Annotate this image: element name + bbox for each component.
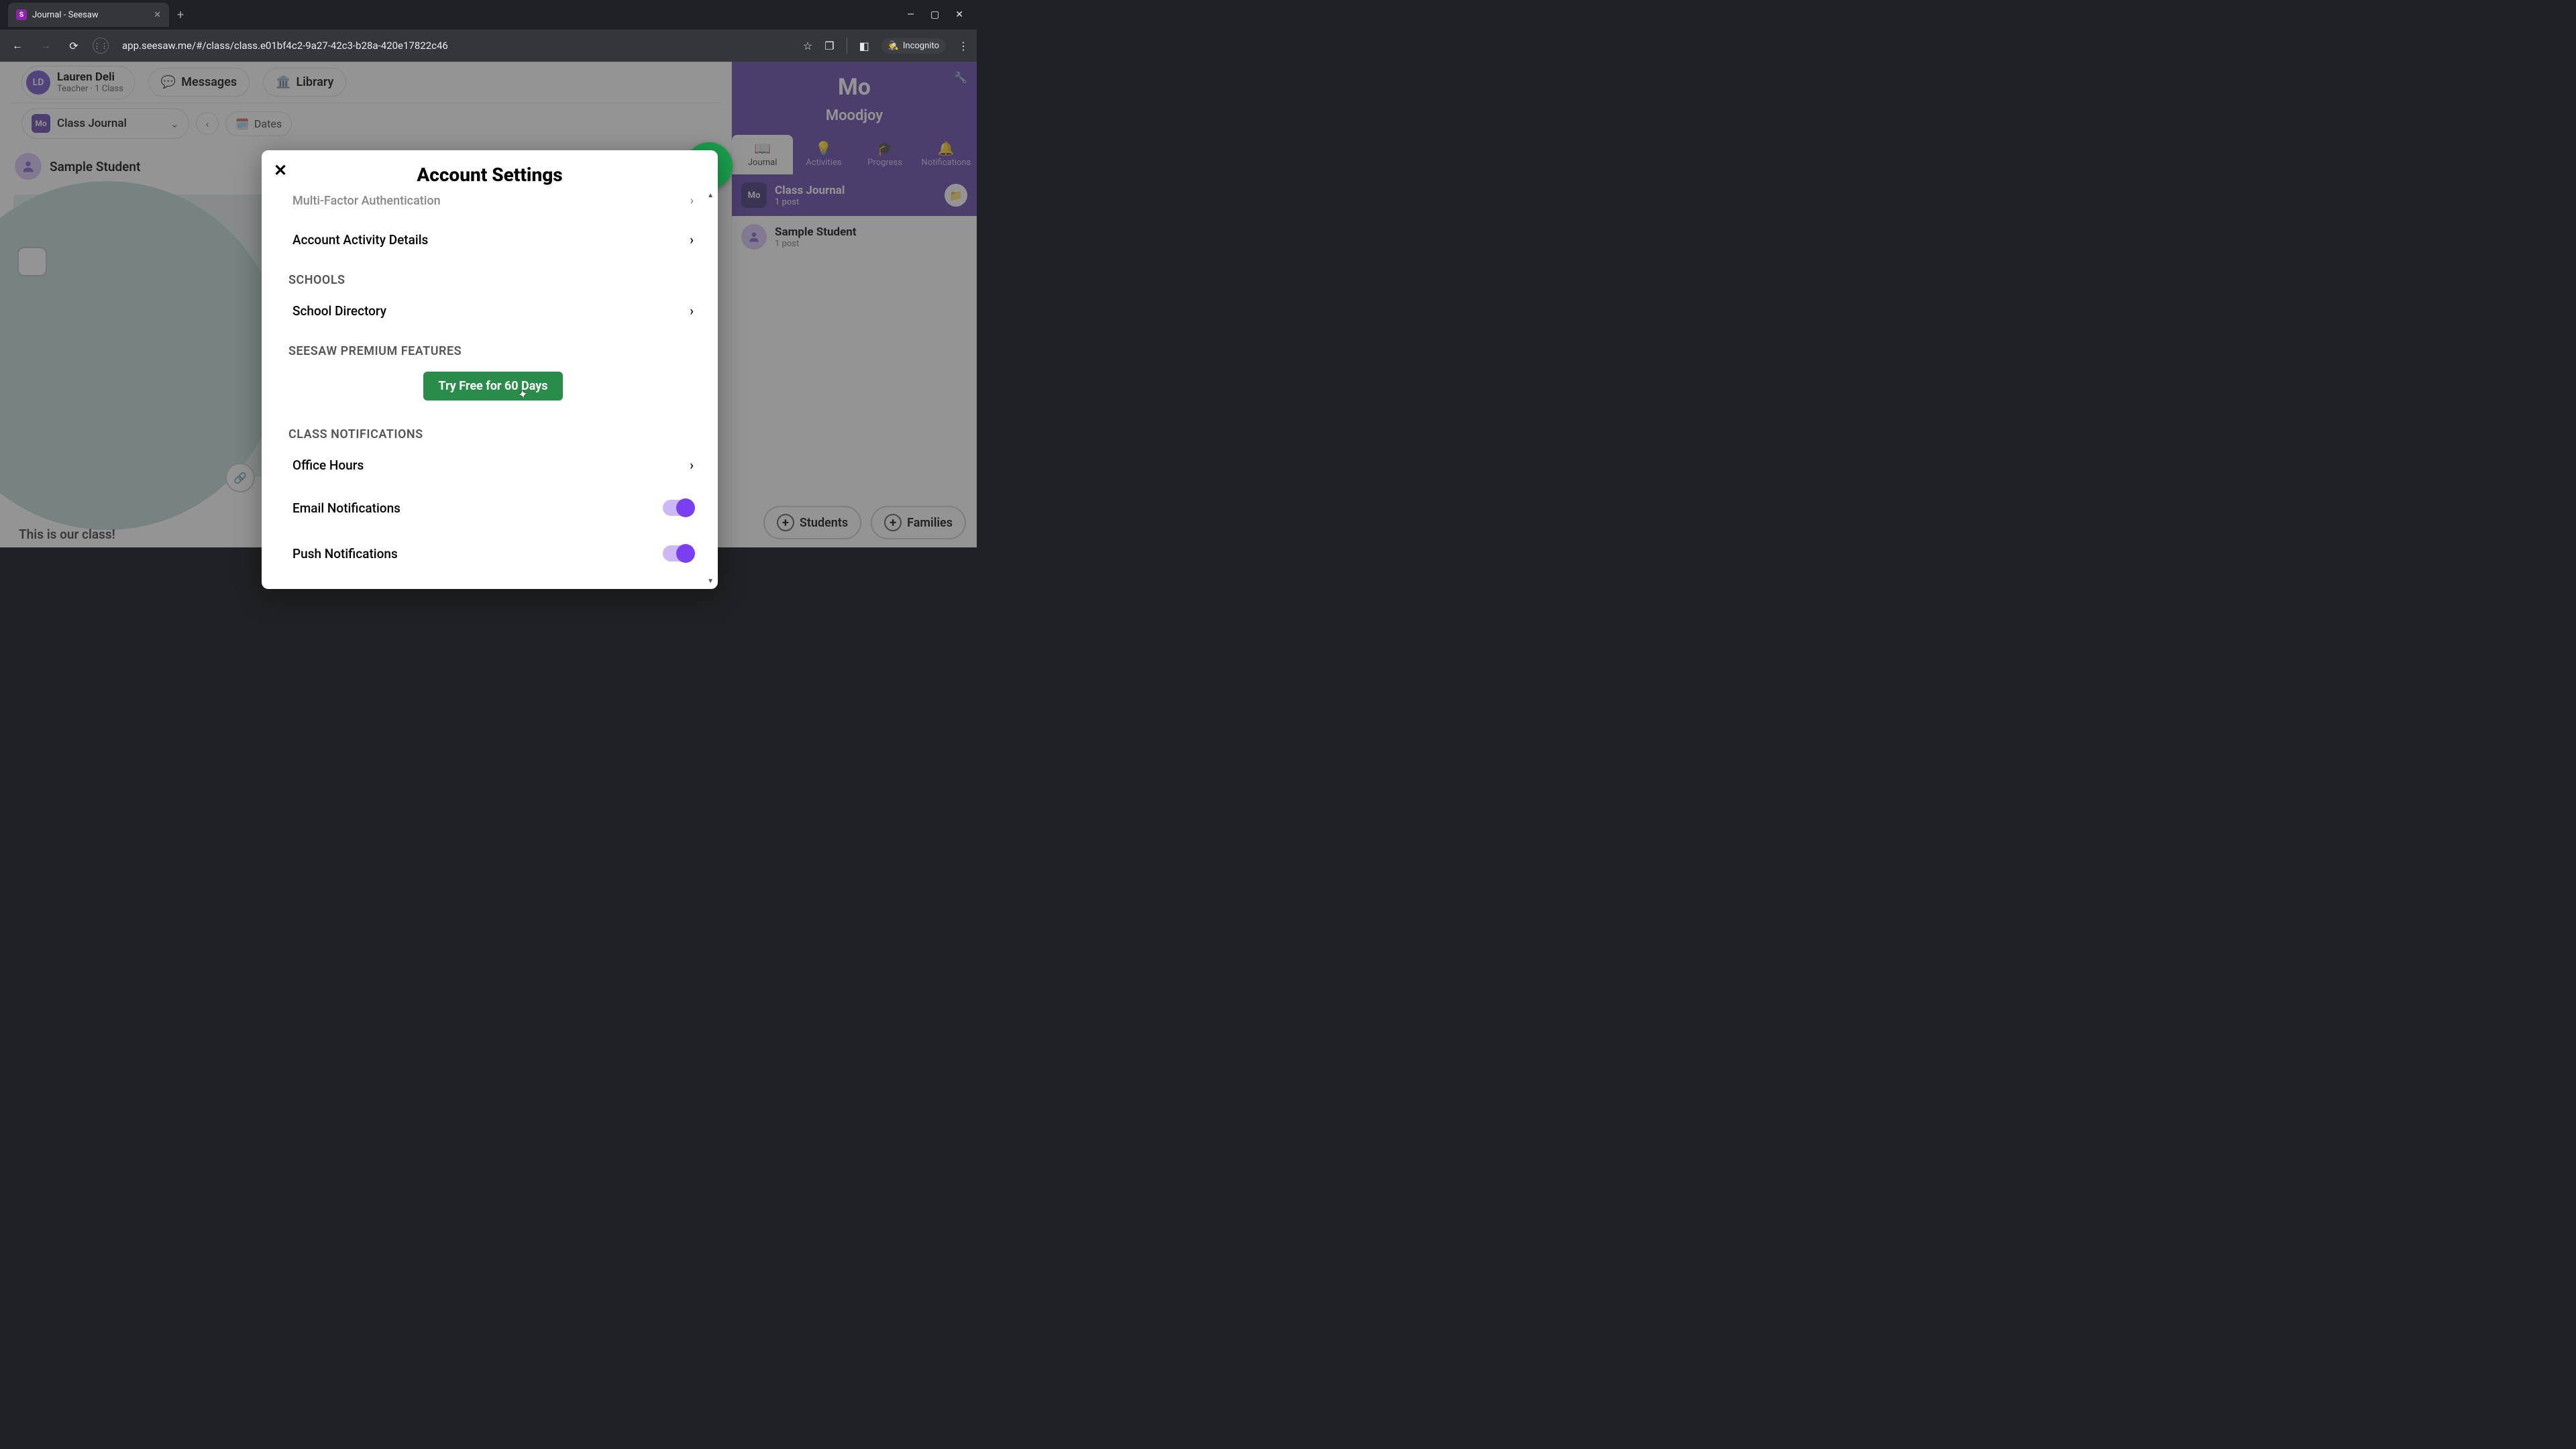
url-field[interactable]: app.seesaw.me/#/class/class.e01bf4c2-9a2… — [118, 40, 794, 52]
section-class-notifications: CLASS NOTIFICATIONS — [288, 414, 698, 445]
back-button[interactable]: ← — [8, 36, 27, 55]
browser-tab[interactable]: S Journal - Seesaw ✕ — [8, 3, 169, 27]
tab-bar: S Journal - Seesaw ✕ + — ▢ ✕ — [0, 0, 977, 30]
extensions-icon[interactable]: ❐ — [824, 40, 834, 52]
browser-menu-icon[interactable]: ⋮ — [958, 40, 969, 52]
browser-chrome: S Journal - Seesaw ✕ + — ▢ ✕ ← → ⟳ ⋮⋮ ap… — [0, 0, 977, 62]
section-premium: SEESAW PREMIUM FEATURES — [288, 331, 698, 362]
page: LD Lauren Deli Teacher · 1 Class 💬 Messa… — [0, 62, 977, 547]
reload-button[interactable]: ⟳ — [64, 36, 83, 55]
try-free-button[interactable]: Try Free for 60 Days — [423, 372, 562, 400]
row-label: Account Activity Details — [292, 232, 428, 248]
row-email-notifications: Email Notifications — [288, 485, 698, 531]
tab-close-icon[interactable]: ✕ — [154, 10, 161, 20]
forward-button: → — [36, 36, 55, 55]
modal-close-icon[interactable]: ✕ — [274, 161, 287, 180]
incognito-icon: 🕵️ — [888, 41, 899, 51]
site-info-icon[interactable]: ⋮⋮ — [93, 38, 109, 54]
modal-title: Account Settings — [262, 164, 718, 186]
row-office-hours[interactable]: Office Hours › — [288, 445, 698, 485]
new-tab-button[interactable]: + — [177, 8, 184, 22]
push-notifications-toggle[interactable] — [663, 545, 694, 561]
seesaw-favicon: S — [16, 9, 27, 20]
address-bar: ← → ⟳ ⋮⋮ app.seesaw.me/#/class/class.e01… — [0, 30, 977, 62]
toggle-knob — [676, 498, 695, 517]
account-settings-modal: ▲ ▼ ✕ Account Settings Multi-Factor Auth… — [262, 150, 718, 589]
modal-header: ✕ Account Settings — [262, 150, 718, 194]
row-school-directory[interactable]: School Directory › — [288, 291, 698, 331]
row-label: Email Notifications — [292, 500, 400, 516]
row-label: Multi-Factor Authentication — [292, 194, 441, 208]
toggle-knob — [676, 544, 695, 563]
email-notifications-toggle[interactable] — [663, 500, 694, 516]
chevron-right-icon: › — [690, 458, 694, 473]
modal-body[interactable]: Multi-Factor Authentication › Account Ac… — [262, 194, 718, 589]
section-schools: SCHOOLS — [288, 260, 698, 291]
side-panel-icon[interactable]: ◧ — [859, 40, 869, 52]
row-push-notifications: Push Notifications — [288, 531, 698, 576]
row-label: Office Hours — [292, 458, 364, 473]
incognito-label: Incognito — [903, 41, 939, 51]
tab-title: Journal - Seesaw — [32, 10, 99, 20]
row-label: School Directory — [292, 303, 386, 319]
chevron-right-icon: › — [690, 194, 694, 208]
chevron-right-icon: › — [690, 232, 694, 248]
row-account-activity[interactable]: Account Activity Details › — [288, 220, 698, 260]
row-label: Push Notifications — [292, 546, 398, 561]
window-controls: — ▢ ✕ — [907, 9, 971, 20]
incognito-badge[interactable]: 🕵️ Incognito — [881, 38, 946, 54]
maximize-icon[interactable]: ▢ — [930, 9, 939, 20]
close-window-icon[interactable]: ✕ — [955, 9, 963, 20]
minimize-icon[interactable]: — — [907, 9, 914, 20]
chevron-right-icon: › — [690, 303, 694, 319]
bookmark-icon[interactable]: ☆ — [803, 40, 812, 52]
row-mfa[interactable]: Multi-Factor Authentication › — [288, 194, 698, 220]
